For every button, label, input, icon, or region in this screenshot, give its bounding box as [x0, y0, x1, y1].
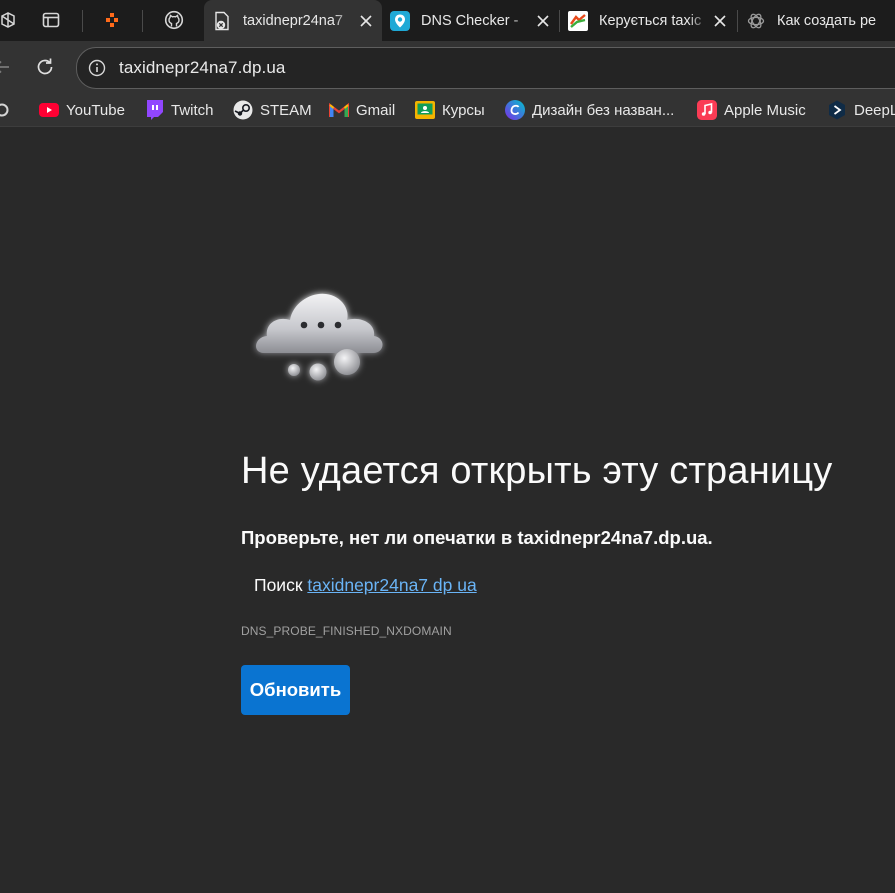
gmail-icon — [329, 100, 349, 120]
search-link[interactable]: taxidnepr24na7 dp ua — [307, 575, 476, 595]
tab-title: Керується taxic — [599, 12, 702, 29]
bookmark-label: STEAM — [260, 101, 312, 119]
tab-chatgpt[interactable]: Как создать ре — [738, 0, 895, 41]
search-prefix: Поиск — [254, 575, 303, 595]
close-icon[interactable] — [533, 11, 553, 31]
tab-separator — [82, 10, 83, 32]
close-icon[interactable] — [710, 11, 730, 31]
chatgpt-icon — [745, 10, 767, 32]
error-code: DNS_PROBE_FINISHED_NXDOMAIN — [241, 624, 452, 638]
canva-icon — [505, 100, 525, 120]
bookmark-partial[interactable] — [0, 99, 12, 121]
pinned-tab-app[interactable] — [98, 6, 126, 34]
reload-button[interactable]: Обновить — [241, 665, 350, 715]
back-icon[interactable] — [0, 51, 18, 83]
tab-title: Как создать ре — [777, 12, 877, 29]
tab-keruetsya[interactable]: Керується taxic — [560, 0, 736, 41]
bookmark-twitch[interactable]: Twitch — [144, 99, 214, 121]
refresh-icon[interactable] — [29, 51, 61, 83]
close-icon[interactable] — [356, 11, 376, 31]
classroom-icon — [415, 100, 435, 120]
bookmark-kursy[interactable]: Курсы — [415, 99, 485, 121]
bookmark-label: Курсы — [442, 101, 485, 119]
workspaces-icon[interactable] — [0, 6, 22, 34]
cloud-error-icon — [250, 280, 395, 390]
pinned-tab-github[interactable] — [160, 6, 188, 34]
tab-strip: taxidnepr24na7 DNS Checker - Керується t… — [0, 0, 895, 41]
bookmark-canva[interactable]: Дизайн без назван... — [505, 99, 674, 121]
bookmark-youtube[interactable]: YouTube — [39, 99, 125, 121]
tab-dns-checker[interactable]: DNS Checker - — [382, 0, 559, 41]
bookmark-label: YouTube — [66, 101, 125, 119]
error-heading: Не удается открыть эту страницу — [241, 450, 833, 492]
apple-music-icon — [697, 100, 717, 120]
tab-title: DNS Checker - — [421, 12, 519, 29]
bookmark-label: Twitch — [171, 101, 214, 119]
tab-taxidnepr[interactable]: taxidnepr24na7 — [204, 0, 382, 41]
bookmark-apple-music[interactable]: Apple Music — [697, 99, 806, 121]
tab-actions-icon[interactable] — [37, 6, 65, 34]
bookmark-label: DeepL — [854, 101, 895, 119]
error-subtitle: Проверьте, нет ли опечатки в taxidnepr24… — [241, 527, 713, 548]
bookmark-deepl[interactable]: DeepL — [827, 99, 895, 121]
bookmark-gmail[interactable]: Gmail — [329, 99, 395, 121]
bookmarks-bar: YouTube Twitch STEAM Gmail Курсы Дизайн … — [0, 93, 895, 127]
steam-icon — [233, 100, 253, 120]
dns-checker-icon — [389, 10, 411, 32]
youtube-icon — [39, 100, 59, 120]
deepl-icon — [827, 100, 847, 120]
address-bar[interactable]: taxidnepr24na7.dp.ua — [76, 47, 895, 89]
tab-title: taxidnepr24na7 — [243, 12, 343, 29]
bookmark-steam[interactable]: STEAM — [233, 99, 312, 121]
keruetsya-icon — [567, 10, 589, 32]
twitch-icon — [144, 100, 164, 120]
info-icon[interactable] — [87, 58, 107, 78]
bookmark-label: Дизайн без назван... — [532, 101, 675, 119]
tab-separator — [142, 10, 143, 32]
bookmark-icon — [0, 100, 12, 120]
toolbar: taxidnepr24na7.dp.ua — [0, 41, 895, 93]
broken-page-icon — [211, 10, 233, 32]
search-suggestion: Поиск taxidnepr24na7 dp ua — [254, 575, 477, 596]
bookmark-label: Apple Music — [724, 101, 806, 119]
url-text[interactable]: taxidnepr24na7.dp.ua — [119, 58, 285, 78]
bookmark-label: Gmail — [356, 101, 396, 119]
